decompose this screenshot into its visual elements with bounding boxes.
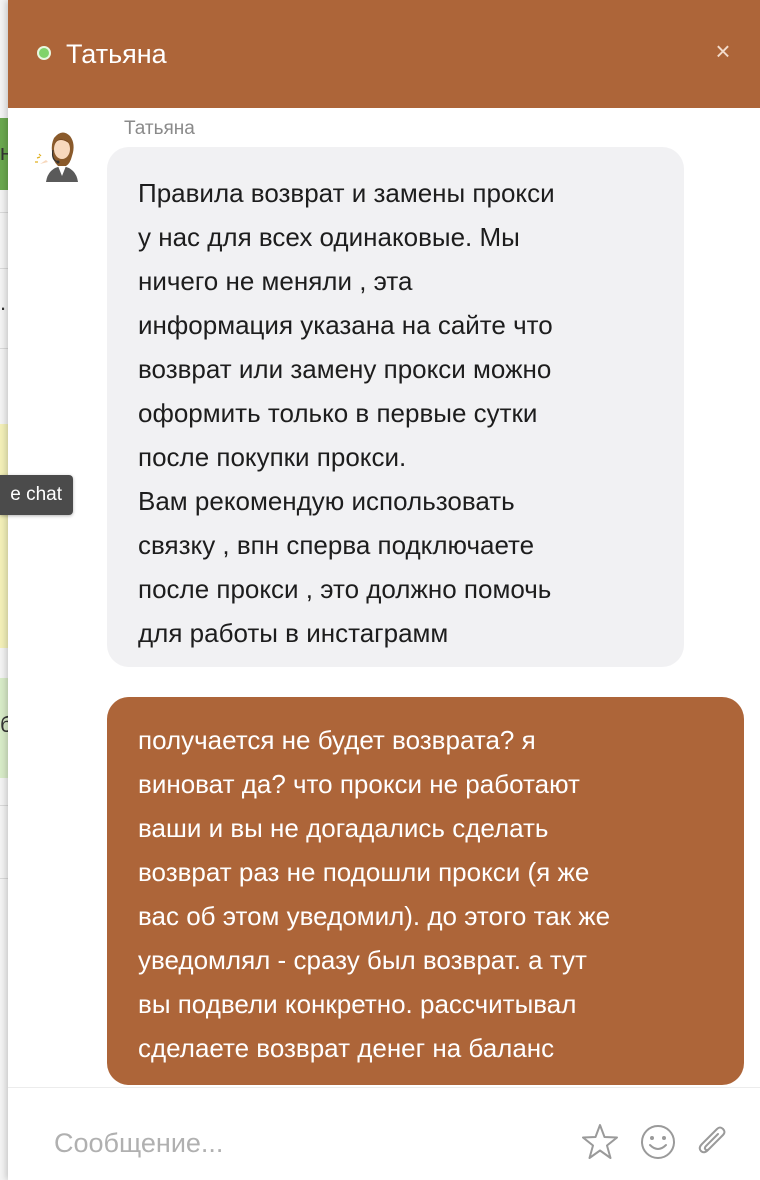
message-line: информация указана на сайте что <box>138 310 553 340</box>
message-line: Вам рекомендую использовать <box>138 486 515 516</box>
online-status-icon <box>37 46 51 60</box>
chat-window: Татьяна × Татьяна Правила возврат и заме… <box>8 0 760 1180</box>
message-line: ваши и вы не догадались сделать <box>138 813 549 843</box>
chat-tooltip: e chat <box>0 475 73 515</box>
message-line: получается не будет возврата? я <box>138 725 536 755</box>
chat-header: Татьяна × <box>8 0 760 108</box>
message-line: оформить только в первые сутки <box>138 398 538 428</box>
message-line: уведомлял - сразу был возврат. а тут <box>138 945 587 975</box>
message-line: возврат раз не подошли прокси (я же <box>138 857 590 887</box>
incoming-message-bubble: Правила возврат и замены прокси у нас дл… <box>107 147 684 667</box>
operator-avatar-icon <box>32 124 92 184</box>
outgoing-message-bubble: получается не будет возврата? я виноват … <box>107 697 744 1085</box>
message-line: после прокси , это должно помочь <box>138 574 552 604</box>
star-icon[interactable] <box>580 1122 620 1162</box>
message-line: вы подвели конкретно. рассчитывал <box>138 989 577 1019</box>
message-line: у нас для всех одинаковые. Мы <box>138 222 520 252</box>
outgoing-message-text: получается не будет возврата? я виноват … <box>138 718 728 1070</box>
background-yellow-panel <box>0 424 8 648</box>
composer-divider <box>8 1087 760 1088</box>
chat-title: Татьяна <box>66 39 167 69</box>
message-line: вас об этом уведомил). до этого так же <box>138 901 611 931</box>
message-line: сделаете возврат денег на баланс <box>138 1033 555 1063</box>
message-line: возврат или замену прокси можно <box>138 354 552 384</box>
message-line: ничего не меняли , эта <box>138 266 413 296</box>
message-line: для работы в инстаграмм <box>138 618 449 648</box>
message-sender-name: Татьяна <box>124 118 195 139</box>
tooltip-label: e chat <box>10 484 62 505</box>
message-input[interactable] <box>52 1122 536 1164</box>
message-line: Правила возврат и замены прокси <box>138 178 555 208</box>
background-cut-text: . <box>0 290 7 315</box>
smile-icon[interactable] <box>638 1122 678 1162</box>
message-line: виноват да? что прокси не работают <box>138 769 580 799</box>
incoming-message-text: Правила возврат и замены прокси у нас дл… <box>138 171 668 655</box>
message-line: связку , впн сперва подключаете <box>138 530 535 560</box>
close-button[interactable]: × <box>712 38 734 64</box>
message-line: после покупки прокси. <box>138 442 407 472</box>
paperclip-icon[interactable] <box>692 1122 732 1162</box>
